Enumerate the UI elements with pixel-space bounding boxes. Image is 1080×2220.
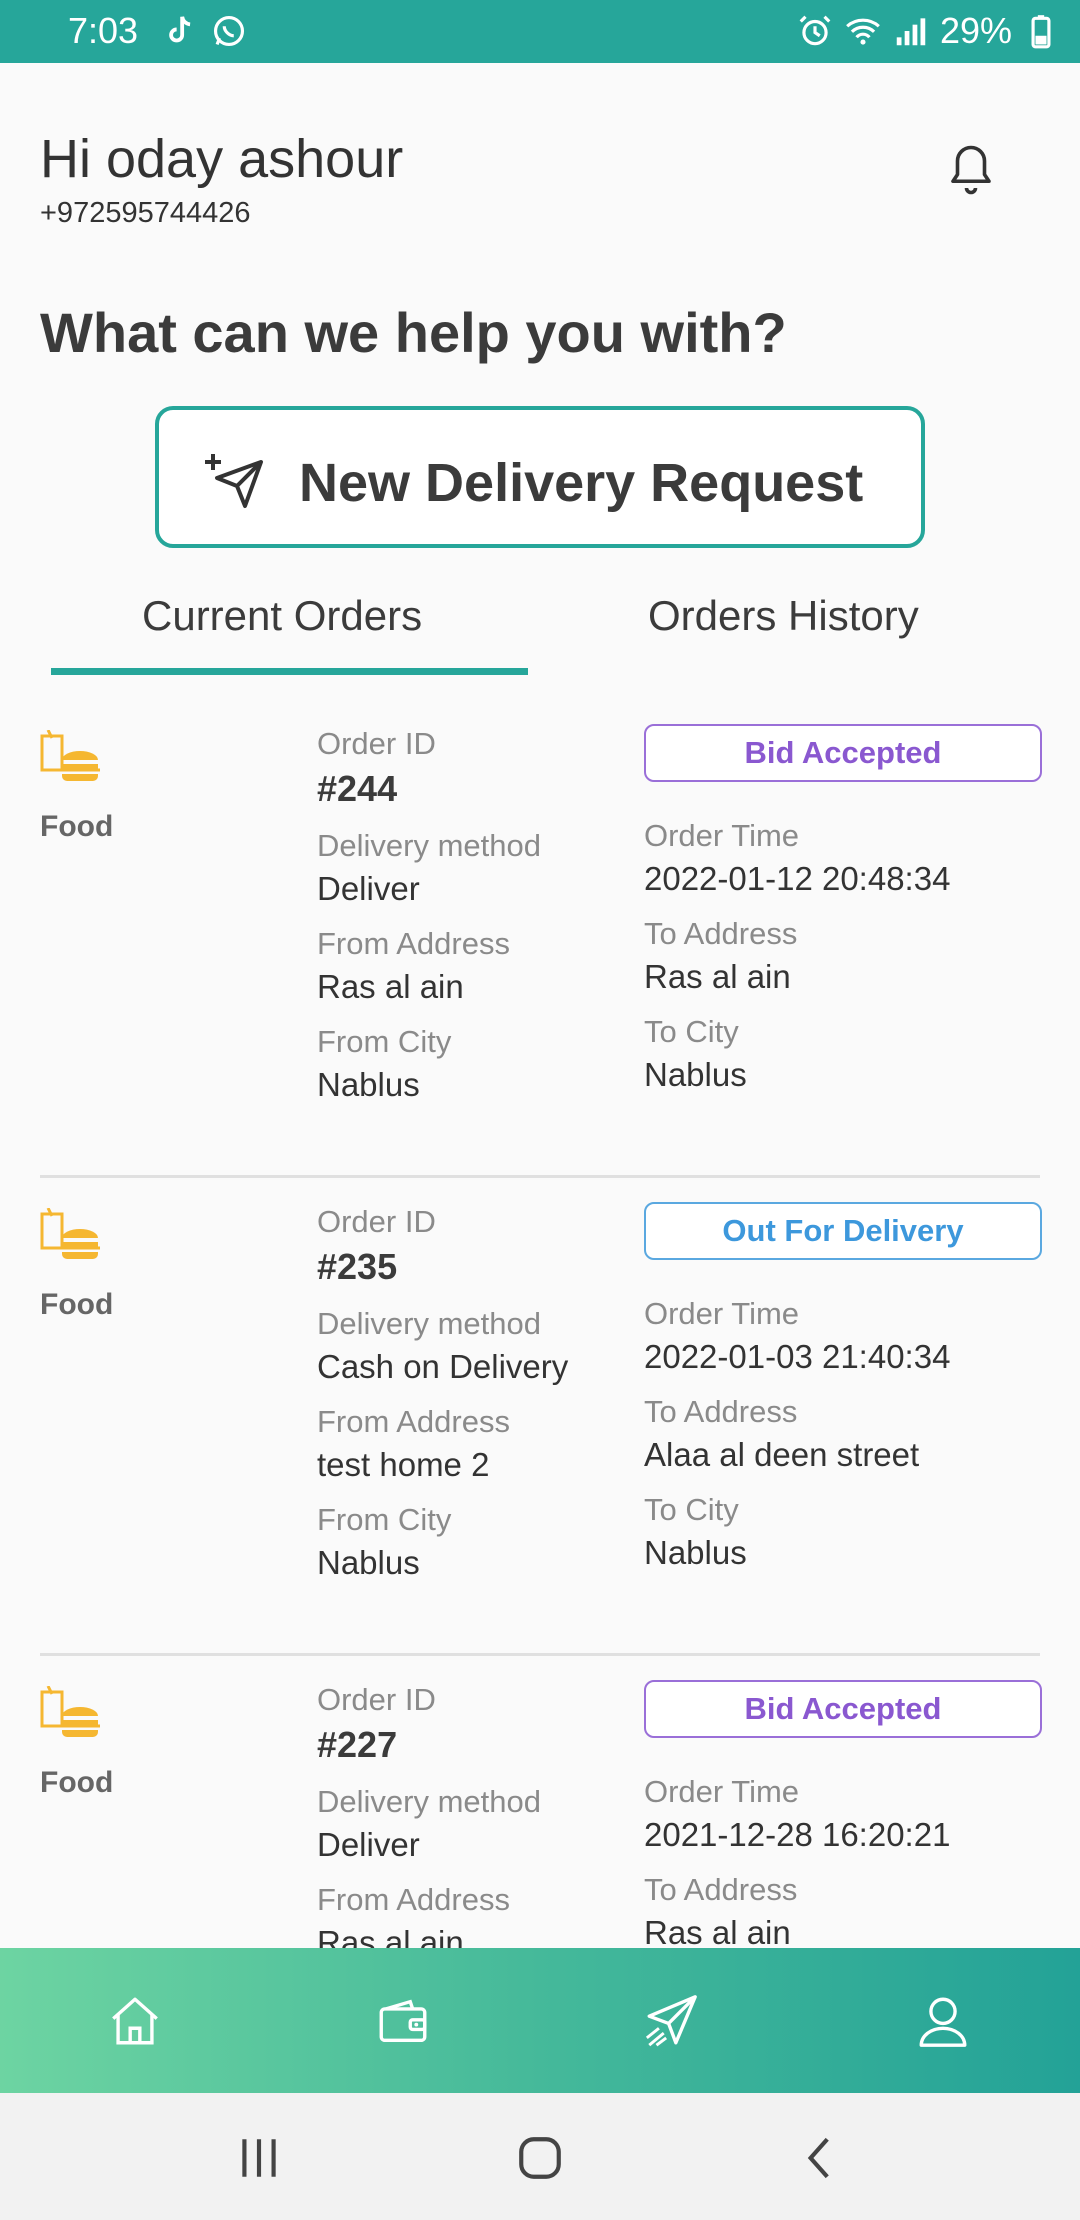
to-address-label: To Address [644,1872,798,1907]
food-icon [40,1208,100,1259]
new-delivery-request-label: New Delivery Request [299,453,864,513]
system-nav-bar [0,2093,1080,2220]
order-category: Food [40,810,114,843]
order-time: 2022-01-03 21:40:34 [644,1338,951,1375]
order-time-label: Order Time [644,1774,800,1809]
from-address: test home 2 [317,1446,490,1483]
order-id: #244 [317,768,398,809]
bottom-nav [0,1948,1080,2093]
from-city-label: From City [317,1024,452,1059]
home-circle-icon[interactable] [515,2133,565,2183]
status-bar: 7:03 29% [0,0,1080,63]
back-icon[interactable] [796,2133,846,2183]
order-card[interactable]: Food Order ID #227 Delivery method Deliv… [0,1656,1080,1948]
order-id-label: Order ID [317,726,436,761]
to-address: Ras al ain [644,1914,791,1948]
food-icon [40,730,100,781]
order-id-label: Order ID [317,1204,436,1239]
alarm-icon [799,15,831,46]
from-address: Ras al ain [317,1924,464,1948]
to-city: Nablus [644,1534,747,1571]
to-address-label: To Address [644,1394,798,1429]
order-time: 2022-01-12 20:48:34 [644,860,951,897]
recents-icon[interactable] [234,2133,284,2183]
phone-number: +972595744426 [40,197,251,229]
wifi-icon [846,18,880,45]
to-city-label: To City [644,1492,739,1527]
battery-percent: 29% [939,10,1012,51]
from-city-label: From City [317,1502,452,1537]
order-id: #227 [317,1724,398,1765]
send-icon[interactable] [642,1992,700,2050]
delivery-method-label: Delivery method [317,1306,541,1341]
to-address: Alaa al deen street [644,1436,920,1473]
order-category: Food [40,1766,114,1799]
status-badge: Bid Accepted [644,1680,1042,1738]
order-time: 2021-12-28 16:20:21 [644,1816,951,1853]
to-city-label: To City [644,1014,739,1049]
profile-icon[interactable] [914,1992,972,2050]
delivery-method: Cash on Delivery [317,1348,569,1385]
new-delivery-request-button[interactable]: New Delivery Request [155,406,925,548]
bell-icon[interactable] [944,140,998,200]
help-title: What can we help you with? [40,301,787,364]
battery-icon [1031,15,1051,49]
from-address-label: From Address [317,926,510,961]
status-badge: Bid Accepted [644,724,1042,782]
to-address: Ras al ain [644,958,791,995]
tab-indicator [51,668,528,675]
status-icons-left [160,12,248,50]
send-plus-icon [205,454,263,508]
orders-list[interactable]: Food Order ID #244 Delivery method Deliv… [0,700,1080,1948]
tiktok-icon [169,16,191,43]
from-address-label: From Address [317,1882,510,1917]
delivery-method-label: Delivery method [317,1784,541,1819]
whatsapp-icon [213,15,245,47]
order-time-label: Order Time [644,1296,800,1331]
order-id: #235 [317,1246,398,1287]
order-category: Food [40,1288,114,1321]
signal-icon [896,18,926,46]
from-address: Ras al ain [317,968,464,1005]
to-address-label: To Address [644,916,798,951]
home-icon[interactable] [106,1992,164,2050]
from-city: Nablus [317,1544,420,1581]
delivery-method: Deliver [317,870,420,907]
order-card[interactable]: Food Order ID #235 Delivery method Cash … [0,1178,1080,1656]
tab-orders-history[interactable]: Orders History [648,592,919,640]
delivery-method-label: Delivery method [317,828,541,863]
delivery-method: Deliver [317,1826,420,1863]
order-card[interactable]: Food Order ID #244 Delivery method Deliv… [0,700,1080,1178]
wallet-icon[interactable] [374,1992,432,2050]
from-address-label: From Address [317,1404,510,1439]
greeting: Hi oday ashour [40,129,404,189]
order-id-label: Order ID [317,1682,436,1717]
order-time-label: Order Time [644,818,800,853]
food-icon [40,1686,100,1737]
tab-current-orders[interactable]: Current Orders [142,592,422,640]
from-city: Nablus [317,1066,420,1103]
status-time: 7:03 [68,10,139,51]
status-icons-right: 29% [796,10,1060,52]
to-city: Nablus [644,1056,747,1093]
status-badge: Out For Delivery [644,1202,1042,1260]
